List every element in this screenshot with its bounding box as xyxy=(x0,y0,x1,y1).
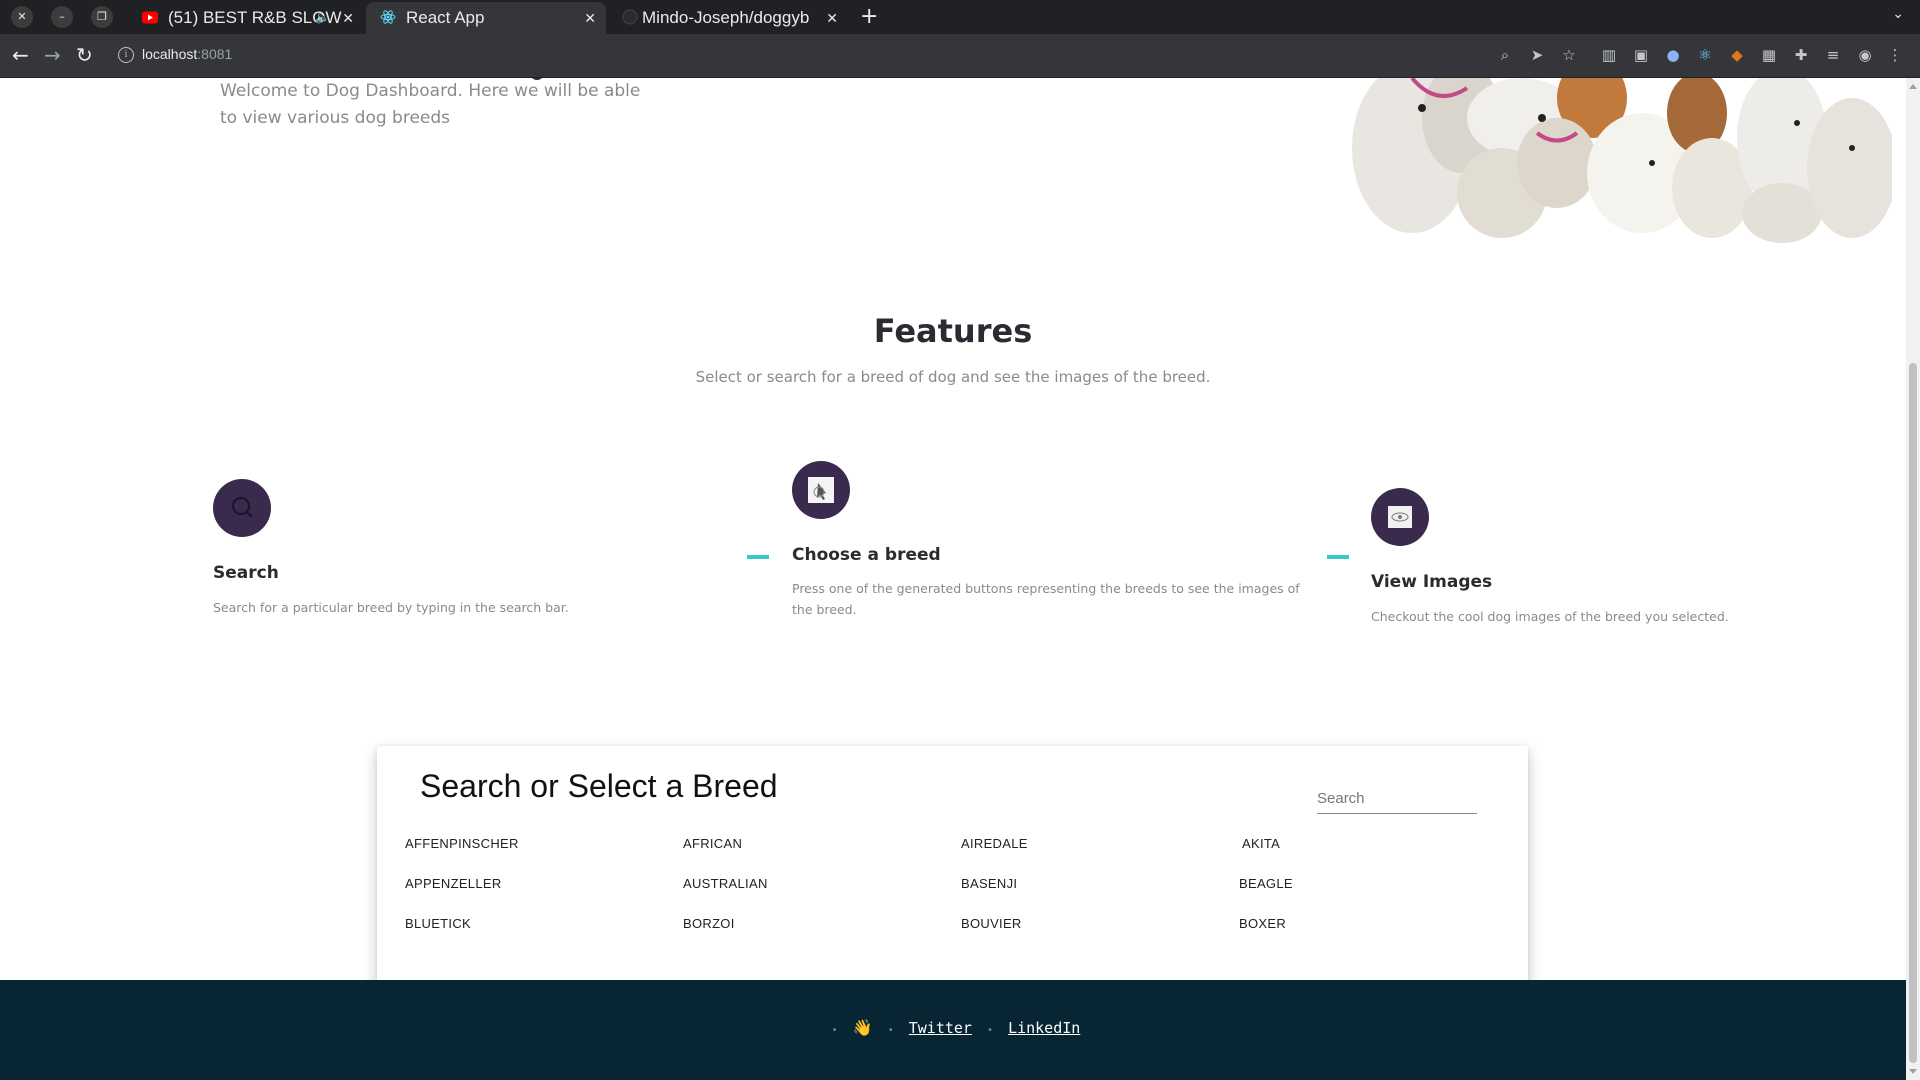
page-scrollbar[interactable] xyxy=(1906,78,1920,1080)
media-queue-icon[interactable]: ≡ xyxy=(1824,46,1842,64)
feature-icon-circle xyxy=(792,461,850,519)
feature-text: Press one of the generated buttons repre… xyxy=(792,581,1300,617)
feature-divider xyxy=(747,555,769,559)
hero-intro-text: Welcome to Dog Dashboard. Here we will b… xyxy=(220,81,641,128)
zoom-icon[interactable]: ⌕ xyxy=(1496,46,1514,64)
feature-text: Search for a particular breed by typing … xyxy=(213,600,569,615)
features-subtitle: Select or search for a breed of dog and … xyxy=(695,368,1211,386)
url-text: localhost:8081 xyxy=(142,46,233,62)
pointer-icon xyxy=(808,477,834,503)
feature-title: Search xyxy=(213,563,279,583)
bookmark-star-icon[interactable]: ☆ xyxy=(1560,46,1578,64)
scroll-down-arrow-icon[interactable] xyxy=(1909,1069,1917,1074)
twitter-link[interactable]: Twitter xyxy=(909,1019,972,1037)
feature-icon-circle xyxy=(1371,488,1429,546)
page-footer: • 👋 • Twitter • LinkedIn xyxy=(0,980,1906,1080)
feature-choose-breed: Choose a breed Press one of the generate… xyxy=(792,461,1312,621)
linkedin-link[interactable]: LinkedIn xyxy=(1008,1019,1080,1037)
react-devtools-icon[interactable]: ⚛ xyxy=(1696,46,1714,64)
breed-button[interactable]: BASENJI xyxy=(961,868,1161,898)
picture-in-picture-icon[interactable]: ▣ xyxy=(1632,46,1650,64)
tab-title: Mindo-Joseph/doggyb xyxy=(642,8,810,27)
back-icon[interactable]: ← xyxy=(12,44,29,66)
feature-title: View Images xyxy=(1371,572,1493,592)
search-icon xyxy=(232,497,253,518)
features-title: Features xyxy=(873,312,1033,350)
breed-button[interactable]: BEAGLE xyxy=(1239,868,1439,898)
reading-mode-icon[interactable]: ▥ xyxy=(1600,46,1618,64)
browser-tab-bar: ✕ – ❐ (51) BEST R&B SLOW 🔈 ✕ React App ✕… xyxy=(0,0,1920,34)
footer-separator: • xyxy=(831,1025,838,1036)
react-icon xyxy=(380,10,396,24)
breed-button[interactable]: AIREDALE xyxy=(961,828,1161,858)
github-icon xyxy=(622,9,638,25)
breed-card-title: Search or Select a Breed xyxy=(420,768,778,804)
feature-search: Search Search for a particular breed by … xyxy=(213,479,753,629)
breed-button[interactable]: APPENZELLER xyxy=(405,868,605,898)
page-viewport: Welcome to Dog Dashboard. Here we will b… xyxy=(0,78,1906,1080)
more-menu-icon[interactable]: ⋮ xyxy=(1886,46,1904,64)
minimize-window-icon[interactable]: – xyxy=(51,6,73,28)
browser-toolbar: ← → ↻ i localhost:8081 ⌕ ➤ ☆ ▥ ▣ ● ⚛ ◆ ▦… xyxy=(0,34,1920,78)
tab-react-app[interactable]: React App ✕ xyxy=(366,2,606,34)
eye-icon xyxy=(1388,506,1412,528)
search-field-wrapper xyxy=(1317,784,1477,814)
site-info-icon[interactable]: i xyxy=(118,47,134,63)
breed-button[interactable]: AUSTRALIAN xyxy=(683,868,883,898)
close-window-icon[interactable]: ✕ xyxy=(11,6,33,28)
breed-search-input[interactable] xyxy=(1317,784,1477,812)
youtube-icon xyxy=(142,11,158,24)
scroll-up-arrow-icon[interactable] xyxy=(1909,84,1917,89)
footer-separator: • xyxy=(887,1025,894,1036)
breed-button[interactable]: BOUVIER xyxy=(961,908,1161,938)
send-icon[interactable]: ➤ xyxy=(1528,46,1546,64)
breed-button[interactable]: BOXER xyxy=(1239,908,1439,938)
close-tab-icon[interactable]: ✕ xyxy=(342,3,354,33)
extension-box-icon[interactable]: ▦ xyxy=(1760,46,1778,64)
profile-avatar-icon[interactable]: ◉ xyxy=(1856,46,1874,64)
scrollbar-thumb[interactable] xyxy=(1909,363,1917,1063)
feature-view-images: View Images Checkout the cool dog images… xyxy=(1371,488,1871,638)
tab-youtube[interactable]: (51) BEST R&B SLOW 🔈 ✕ xyxy=(128,2,364,34)
metamask-icon[interactable]: ◆ xyxy=(1728,46,1746,64)
reload-icon[interactable]: ↻ xyxy=(76,44,93,66)
extensions-puzzle-icon[interactable]: ✚ xyxy=(1792,46,1810,64)
feature-icon-circle xyxy=(213,479,271,537)
close-tab-icon[interactable]: ✕ xyxy=(826,3,838,33)
speaker-icon[interactable]: 🔈 xyxy=(315,2,330,32)
tab-github[interactable]: Mindo-Joseph/doggyb ✕ xyxy=(608,2,848,34)
dogs-group-image xyxy=(1352,78,1892,248)
tab-title: React App xyxy=(406,8,485,27)
breed-button[interactable]: AKITA xyxy=(1242,828,1442,858)
address-bar[interactable]: i localhost:8081 xyxy=(110,39,1510,73)
feature-divider xyxy=(1327,555,1349,559)
breed-button[interactable]: AFFENPINSCHER xyxy=(405,828,605,858)
tab-search-chevron-icon[interactable]: ⌄ xyxy=(1892,6,1904,22)
close-tab-icon[interactable]: ✕ xyxy=(584,3,596,33)
breed-button[interactable]: AFRICAN xyxy=(683,828,883,858)
feature-title: Choose a breed xyxy=(792,545,941,565)
breed-button[interactable]: BORZOI xyxy=(683,908,883,938)
restore-window-icon[interactable]: ❐ xyxy=(91,6,113,28)
new-tab-button[interactable]: + xyxy=(860,4,878,30)
footer-separator: • xyxy=(987,1025,994,1036)
feature-text: Checkout the cool dog images of the bree… xyxy=(1371,609,1729,624)
breed-button[interactable]: BLUETICK xyxy=(405,908,605,938)
forward-icon[interactable]: → xyxy=(44,44,61,66)
waving-hand-icon: 👋 xyxy=(852,1018,873,1037)
footer-links: • 👋 • Twitter • LinkedIn xyxy=(0,1018,1906,1037)
extension-circle-icon[interactable]: ● xyxy=(1664,46,1682,64)
